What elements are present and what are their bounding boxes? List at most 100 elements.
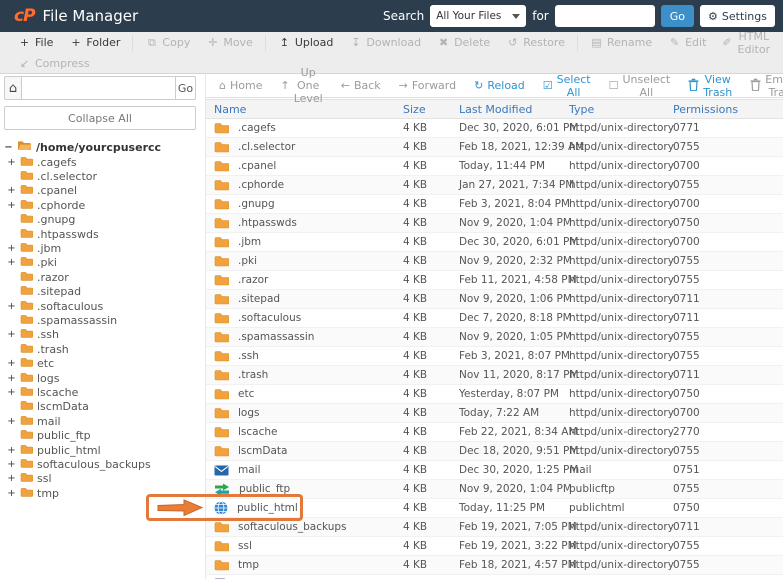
file-button[interactable]: + File	[10, 36, 61, 49]
file-row-tmp[interactable]: tmp 4 KB Feb 18, 2021, 4:57 PM httpd/unix-d…	[206, 556, 783, 575]
sidebar-item-softaculous-backups[interactable]: + softaculous_backups	[4, 457, 196, 471]
file-row-ssl[interactable]: ssl 4 KB Feb 19, 2021, 3:22 PM httpd/unix-d…	[206, 537, 783, 556]
sidebar-item-jbm[interactable]: + .jbm	[4, 241, 196, 255]
sidebar-item-lscmData[interactable]: lscmData	[4, 400, 196, 414]
upload-button[interactable]: ↥ Upload	[270, 36, 342, 49]
file-row-gnupg[interactable]: .gnupg 4 KB Feb 3, 2021, 8:04 PM httpd/unix…	[206, 195, 783, 214]
file-row-cpanel[interactable]: .cpanel 4 KB Today, 11:44 PM httpd/unix-dir…	[206, 157, 783, 176]
file-row-softaculous[interactable]: .softaculous 4 KB Dec 7, 2020, 8:18 PM http…	[206, 309, 783, 328]
forward-label: Forward	[411, 79, 457, 92]
home-path-button[interactable]: ⌂	[4, 76, 22, 100]
file-type-cell: httpd/unix-directory	[569, 293, 674, 305]
expand-plus-icon[interactable]: +	[7, 200, 16, 211]
sidebar-item-softaculous[interactable]: + .softaculous	[4, 299, 196, 313]
sidebar-item-tmp[interactable]: + tmp	[4, 486, 196, 500]
file-row-partial[interactable]	[206, 575, 783, 579]
folder-icon	[214, 426, 229, 438]
expand-plus-icon[interactable]: +	[7, 416, 16, 427]
expand-plus-icon[interactable]: +	[7, 387, 16, 398]
expand-plus-icon[interactable]: +	[7, 301, 16, 312]
file-modified-cell: Nov 9, 2020, 1:04 PM	[459, 483, 572, 495]
column-header-type[interactable]: Type	[569, 103, 673, 116]
file-row-htpasswds[interactable]: .htpasswds 4 KB Nov 9, 2020, 1:04 PM httpd/…	[206, 214, 783, 233]
sidebar-item-logs[interactable]: + logs	[4, 371, 196, 385]
folder-icon	[214, 331, 229, 343]
file-row-spamassassin[interactable]: .spamassassin 4 KB Nov 9, 2020, 1:05 PM htt…	[206, 328, 783, 347]
sidebar-item-spamassassin[interactable]: .spamassassin	[4, 313, 196, 327]
expand-plus-icon[interactable]: +	[7, 329, 16, 340]
file-row-pki[interactable]: .pki 4 KB Nov 9, 2020, 2:32 PM httpd/unix-d…	[206, 252, 783, 271]
file-name: .cagefs	[238, 122, 276, 134]
file-name-cell: .cpanel	[206, 160, 403, 172]
expand-plus-icon[interactable]: +	[7, 459, 16, 470]
file-row-razor[interactable]: .razor 4 KB Feb 11, 2021, 4:58 PM httpd/uni…	[206, 271, 783, 290]
file-row-logs[interactable]: logs 4 KB Today, 7:22 AM httpd/unix-directo…	[206, 404, 783, 423]
file-row-trash[interactable]: .trash 4 KB Nov 11, 2020, 8:17 PM httpd/uni…	[206, 366, 783, 385]
file-row-cphorde[interactable]: .cphorde 4 KB Jan 27, 2021, 7:34 PM httpd/u…	[206, 176, 783, 195]
expand-plus-icon[interactable]: +	[7, 445, 16, 456]
file-size-cell: 4 KB	[403, 464, 428, 476]
file-row-jbm[interactable]: .jbm 4 KB Dec 30, 2020, 6:01 PM httpd/unix-…	[206, 233, 783, 252]
file-row-mail[interactable]: mail 4 KB Dec 30, 2020, 1:25 PM mail 0751	[206, 461, 783, 480]
view-trash-nav-button[interactable]: View Trash	[679, 73, 741, 99]
file-row-softaculous-backups[interactable]: softaculous_backups 4 KB Feb 19, 2021, 7:0…	[206, 518, 783, 537]
tree-item-label: .sitepad	[37, 285, 82, 299]
file-row-cagefs[interactable]: .cagefs 4 KB Dec 30, 2020, 6:01 PM httpd/un…	[206, 119, 783, 138]
folder-icon	[20, 386, 34, 399]
folder-icon	[214, 141, 229, 153]
file-row-cl-selector[interactable]: .cl.selector 4 KB Feb 18, 2021, 12:39 AM ht…	[206, 138, 783, 157]
expand-plus-icon[interactable]: +	[7, 358, 16, 369]
folder-button[interactable]: + Folder	[61, 36, 128, 49]
sidebar-item-gnupg[interactable]: .gnupg	[4, 213, 196, 227]
folder-icon	[214, 255, 229, 267]
collapse-expander[interactable]: −	[4, 142, 13, 153]
sidebar-item-htpasswds[interactable]: .htpasswds	[4, 227, 196, 241]
sidebar-item-pki[interactable]: + .pki	[4, 256, 196, 270]
expand-plus-icon[interactable]: +	[7, 243, 16, 254]
sidebar-item-sitepad[interactable]: .sitepad	[4, 285, 196, 299]
column-header-permissions[interactable]: Permissions	[673, 103, 783, 116]
sidebar-item-mail[interactable]: + mail	[4, 414, 196, 428]
expand-plus-icon[interactable]: +	[7, 473, 16, 484]
file-row-public-ftp[interactable]: public_ftp 4 KB Nov 9, 2020, 1:04 PM public…	[206, 480, 783, 499]
sidebar-item-cpanel[interactable]: + .cpanel	[4, 184, 196, 198]
file-row-lscache[interactable]: lscache 4 KB Feb 22, 2021, 8:34 AM httpd/un…	[206, 423, 783, 442]
sidebar-item-etc[interactable]: + etc	[4, 356, 196, 370]
sidebar-item-public-ftp[interactable]: public_ftp	[4, 428, 196, 442]
search-input[interactable]	[554, 5, 655, 27]
column-header-last-modified[interactable]: Last Modified	[459, 103, 569, 116]
expand-plus-icon[interactable]: +	[7, 373, 16, 384]
column-header-size[interactable]: Size	[403, 103, 459, 116]
search-go-button[interactable]: Go	[660, 5, 694, 27]
collapse-all-button[interactable]: Collapse All	[4, 106, 196, 130]
sidebar-item-trash[interactable]: .trash	[4, 342, 196, 356]
expand-plus-icon[interactable]: +	[7, 185, 16, 196]
sidebar-item-public-html[interactable]: + public_html	[4, 443, 196, 457]
sidebar-item-cl-selector[interactable]: .cl.selector	[4, 169, 196, 183]
select-all-nav-button[interactable]: ☑ Select All	[534, 73, 600, 99]
file-row-lscmData[interactable]: lscmData 4 KB Dec 18, 2020, 9:51 PM httpd/u…	[206, 442, 783, 461]
sidebar-item-ssl[interactable]: + ssl	[4, 472, 196, 486]
file-row-etc[interactable]: etc 4 KB Yesterday, 8:07 PM httpd/unix-dire…	[206, 385, 783, 404]
file-row-sitepad[interactable]: .sitepad 4 KB Nov 9, 2020, 1:06 PM httpd/un…	[206, 290, 783, 309]
file-row-public-html[interactable]: public_html 4 KB Today, 11:25 PM publichtml…	[206, 499, 783, 518]
file-size-cell: 4 KB	[403, 293, 428, 305]
path-input[interactable]	[21, 76, 176, 100]
path-go-button[interactable]: Go	[175, 76, 196, 100]
file-row-ssh[interactable]: .ssh 4 KB Feb 3, 2021, 8:07 PM httpd/unix-d…	[206, 347, 783, 366]
sidebar-item-lscache[interactable]: + lscache	[4, 385, 196, 399]
sidebar-item-razor[interactable]: .razor	[4, 270, 196, 284]
tree-root-home[interactable]: − /home/yourcpusercc	[4, 139, 196, 155]
column-header-name[interactable]: Name	[206, 103, 403, 116]
file-modified-cell: Dec 30, 2020, 1:25 PM	[459, 464, 579, 476]
settings-button[interactable]: ⚙ Settings	[700, 5, 775, 27]
expand-plus-icon[interactable]: +	[7, 257, 16, 268]
expand-plus-icon[interactable]: +	[7, 488, 16, 499]
sidebar-item-cphorde[interactable]: + .cphorde	[4, 198, 196, 212]
file-name-cell: lscache	[206, 426, 403, 438]
reload-nav-button[interactable]: ↻ Reload	[465, 78, 534, 94]
sidebar-item-ssh[interactable]: + .ssh	[4, 328, 196, 342]
search-scope-select[interactable]: All Your Files	[430, 5, 527, 27]
expand-plus-icon[interactable]: +	[7, 157, 16, 168]
sidebar-item-cagefs[interactable]: + .cagefs	[4, 155, 196, 169]
